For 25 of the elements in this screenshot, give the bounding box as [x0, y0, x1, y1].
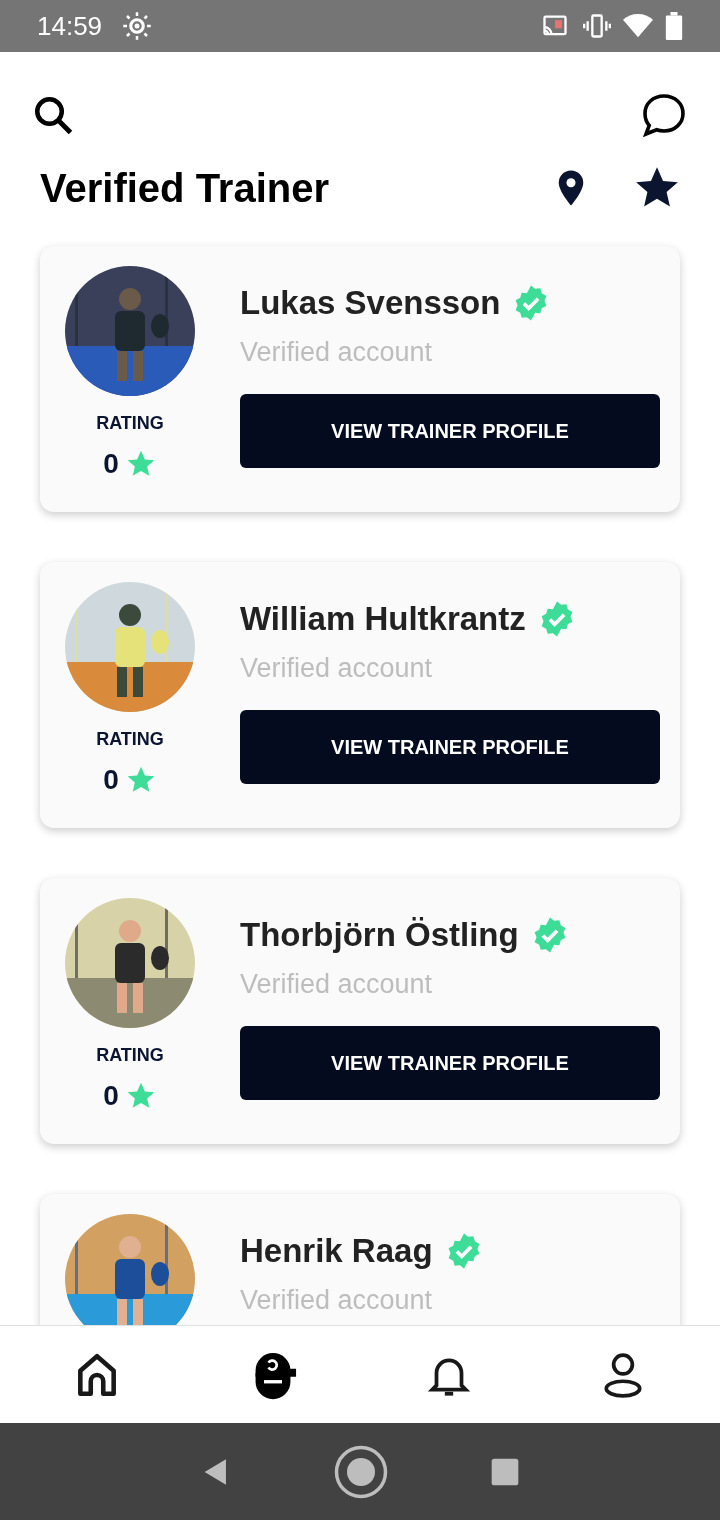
rating-label: RATING	[96, 412, 164, 435]
rating-label: RATING	[96, 1044, 164, 1067]
page-title: Verified Trainer	[40, 165, 331, 212]
trainer-name: Henrik Raag	[240, 1231, 433, 1271]
account-status: Verified account	[240, 1283, 434, 1317]
chat-icon[interactable]	[640, 91, 688, 139]
rating-value: 0	[103, 1079, 119, 1113]
trainer-name: William Hultkrantz	[240, 599, 526, 639]
brightness-icon	[122, 11, 153, 41]
account-status: Verified account	[240, 651, 434, 685]
account-status: Verified account	[240, 967, 434, 1001]
view-profile-button[interactable]: VIEW TRAINER PROFILE	[240, 394, 660, 468]
search-icon[interactable]	[32, 94, 74, 136]
home-button-icon[interactable]	[333, 1443, 389, 1500]
trainer-name: Lukas Svensson	[240, 283, 501, 323]
vibrate-icon	[583, 12, 611, 40]
account-status: Verified account	[240, 335, 434, 369]
trainer-name: Thorbjörn Östling	[240, 915, 519, 955]
battery-icon	[665, 12, 683, 40]
view-profile-button[interactable]: VIEW TRAINER PROFILE	[240, 710, 660, 784]
rating-label: RATING	[96, 728, 164, 751]
view-profile-button[interactable]: VIEW TRAINER PROFILE	[240, 1026, 660, 1100]
rating-value: 0	[103, 763, 119, 797]
rating-value: 0	[103, 447, 119, 481]
status-time: 14:59	[37, 9, 103, 43]
